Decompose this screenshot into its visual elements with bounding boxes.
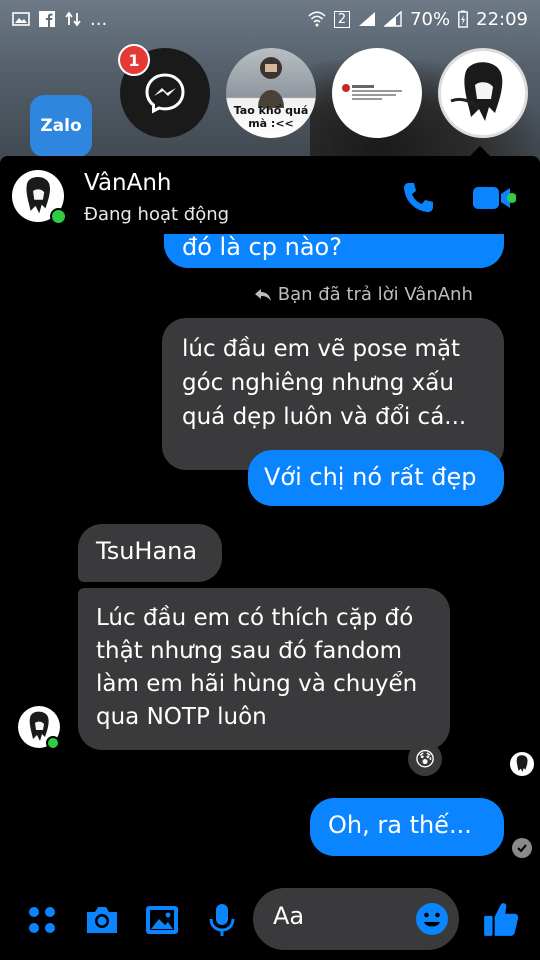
- video-camera-icon[interactable]: [472, 182, 516, 214]
- message-bubble-incoming[interactable]: TsuHana: [78, 524, 222, 582]
- reply-note-text: Bạn đã trả lời VânAnh: [277, 284, 473, 305]
- photo-caption: Tao khổ quá mà :<<: [233, 104, 309, 130]
- person-photo: [258, 57, 284, 108]
- anime-avatar-image: [516, 755, 528, 772]
- data-transfer-icon: [65, 11, 81, 27]
- microphone-icon[interactable]: [204, 902, 240, 938]
- seen-indicator-avatar: [510, 752, 534, 776]
- zalo-app-icon[interactable]: Zalo: [30, 95, 92, 157]
- sent-status: [512, 838, 532, 858]
- online-indicator: [50, 208, 67, 225]
- unread-badge: 1: [118, 44, 150, 76]
- chat-header: VânAnh Đang hoạt động: [0, 156, 540, 234]
- message-input-placeholder: Aa: [273, 902, 305, 930]
- signal-icon-2: [384, 11, 402, 27]
- signal-icon: [359, 12, 376, 26]
- clock: 22:09: [476, 8, 528, 30]
- document-chat-head[interactable]: [332, 48, 422, 138]
- check-icon: [517, 844, 527, 853]
- sim-slot-badge: 2: [333, 10, 351, 28]
- emoji-icon[interactable]: [415, 902, 449, 936]
- message-bubble-incoming[interactable]: Lúc đầu em có thích cặp đó thật nhưng sa…: [78, 588, 450, 750]
- reply-note: Bạn đã trả lời VânAnh: [254, 284, 473, 305]
- contact-chat-head-active[interactable]: [438, 48, 528, 138]
- chat-window: VânAnh Đang hoạt động đó là cp nào? Bạn …: [0, 156, 540, 960]
- contact-name[interactable]: VânAnh: [84, 170, 172, 196]
- chat-heads-bar: Tao khổ quá mà :<<: [120, 48, 540, 140]
- photo-chat-head[interactable]: Tao khổ quá mà :<<: [226, 48, 316, 138]
- gallery-notification-icon: [12, 12, 30, 26]
- status-bar: ... 2 70% 22:09: [0, 0, 540, 38]
- apps-grid-icon[interactable]: [24, 902, 60, 938]
- message-input[interactable]: Aa: [253, 888, 459, 950]
- battery-charging-icon: [458, 10, 469, 28]
- document-thumbnail: [342, 84, 402, 100]
- message-composer: Aa: [0, 878, 540, 960]
- anime-avatar-image: [450, 62, 503, 121]
- facebook-notification-icon: [39, 11, 55, 27]
- message-reaction[interactable]: 😰: [408, 742, 442, 776]
- zalo-label: Zalo: [40, 116, 82, 136]
- reply-arrow-icon: [255, 289, 271, 301]
- message-bubble-outgoing[interactable]: Oh, ra thế...: [310, 798, 504, 856]
- more-notifications: ...: [90, 8, 108, 30]
- gallery-icon[interactable]: [144, 902, 180, 938]
- wifi-icon: [308, 11, 326, 27]
- messenger-icon: [145, 73, 185, 114]
- online-indicator: [46, 736, 60, 750]
- contact-status: Đang hoạt động: [84, 204, 230, 225]
- quoted-message[interactable]: lúc đầu em vẽ pose mặt góc nghiêng nhưng…: [162, 318, 504, 470]
- chat-head-pointer: [470, 146, 490, 156]
- camera-icon[interactable]: [84, 902, 120, 938]
- thumbs-up-icon[interactable]: [482, 900, 520, 938]
- battery-percentage: 70%: [410, 8, 451, 30]
- message-bubble-outgoing[interactable]: Với chị nó rất đẹp: [248, 450, 504, 506]
- phone-icon[interactable]: [400, 180, 436, 216]
